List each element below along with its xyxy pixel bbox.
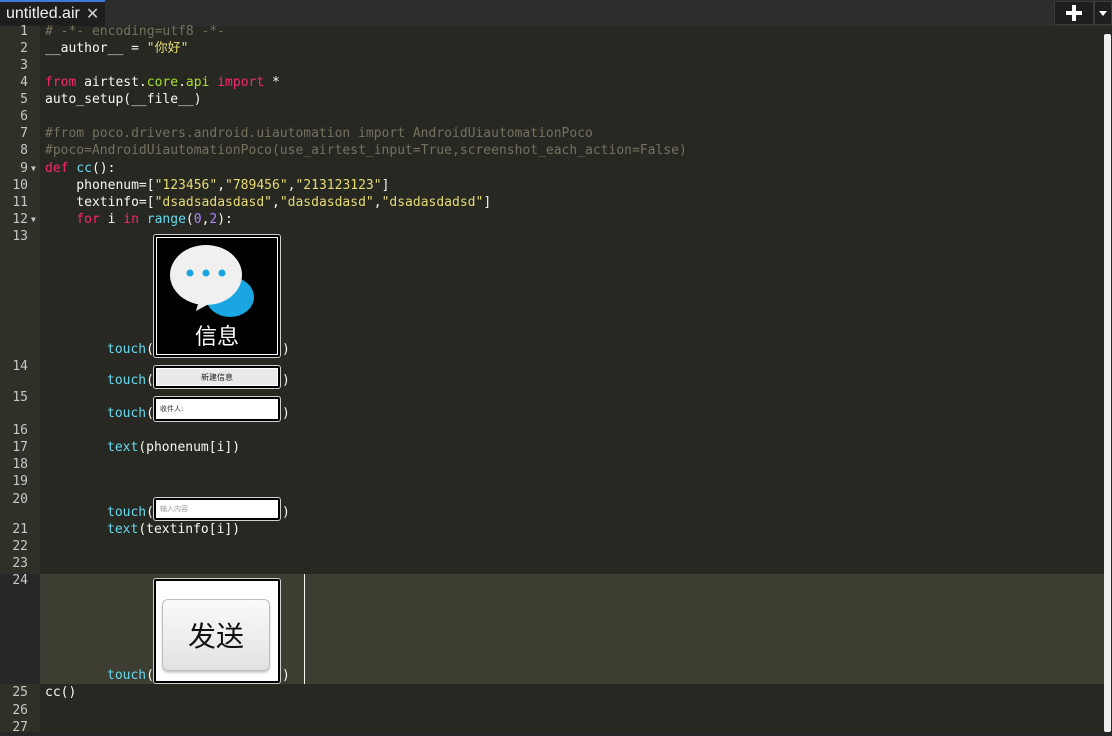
line-number: 27 (12, 720, 28, 735)
send-button-image[interactable]: 发送 (153, 578, 281, 684)
active-line-gutter (0, 574, 40, 684)
line-number: 21 (12, 522, 28, 537)
code-line: cc() (45, 685, 77, 700)
new-tab-button[interactable] (1054, 1, 1094, 25)
line-number: 23 (12, 556, 28, 571)
line-number: 24 (12, 573, 28, 588)
new-message-label: 新建信息 (156, 368, 278, 386)
code-editor[interactable]: 1 2 3 4 5 6 7 8 9 10 11 12 13 14 15 16 1… (0, 24, 1112, 735)
code-line: # -*- encoding=utf8 -*- (45, 24, 226, 39)
tab-title[interactable]: untitled.air (6, 5, 80, 23)
tab-menu-button[interactable] (1094, 1, 1112, 25)
line-number: 3 (20, 58, 28, 73)
code-line: ) (282, 406, 290, 421)
line-number: 14 (12, 359, 28, 374)
code-line: text(textinfo[i]) (107, 522, 241, 537)
recipient-field-image[interactable]: 收件人: (153, 396, 281, 422)
messages-app-image[interactable]: 信息 (153, 234, 281, 358)
line-number: 22 (12, 539, 28, 554)
line-number: 20 (12, 492, 28, 507)
line-number: 12 (12, 212, 28, 227)
line-number: 11 (12, 195, 28, 210)
line-number: 15 (12, 390, 28, 405)
code-line: ) (282, 505, 290, 520)
code-line: auto_setup(__file__) (45, 92, 202, 107)
send-label: 发送 (162, 599, 270, 671)
line-number: 16 (12, 423, 28, 438)
vertical-scrollbar[interactable] (1104, 34, 1111, 732)
code-line: ) (282, 668, 290, 683)
line-number: 13 (12, 229, 28, 244)
line-number: 17 (12, 440, 28, 455)
new-message-button-image[interactable]: 新建信息 (153, 365, 281, 389)
code-line: from airtest.core.api import * (45, 75, 280, 90)
code-line: __author__ = "你好" (45, 41, 189, 56)
line-number: 2 (20, 41, 28, 56)
code-line: #from poco.drivers.android.uiautomation … (45, 126, 593, 141)
chat-bubble-icon (170, 245, 254, 317)
content-placeholder: 输入内容 (156, 500, 278, 518)
code-line: def cc(): (45, 161, 116, 176)
line-number: 9 (20, 161, 28, 176)
line-number: 1 (20, 24, 28, 39)
code-line: touch( (107, 505, 154, 520)
code-line: ) (282, 373, 290, 388)
line-number: 6 (20, 109, 28, 124)
line-number: 25 (12, 685, 28, 700)
line-number: 19 (12, 474, 28, 489)
code-line: for i in range(0,2): (45, 212, 233, 227)
line-number: 18 (12, 457, 28, 472)
text-cursor (304, 574, 305, 684)
messages-label: 信息 (194, 325, 239, 350)
code-line: #poco=AndroidUiautomationPoco(use_airtes… (45, 143, 687, 158)
line-number: 26 (12, 703, 28, 718)
chevron-down-icon (1099, 10, 1107, 16)
code-line: touch( (107, 342, 154, 357)
content-field-image[interactable]: 输入内容 (153, 497, 281, 521)
line-number: 4 (20, 75, 28, 90)
line-number: 7 (20, 126, 28, 141)
line-number: 10 (12, 178, 28, 193)
code-line: phonenum=["123456","789456","213123123"] (45, 178, 390, 193)
code-line: touch( (107, 373, 154, 388)
code-line: touch( (107, 668, 154, 683)
line-number: 5 (20, 92, 28, 107)
close-icon[interactable]: ✕ (86, 4, 99, 24)
plus-icon (1066, 5, 1082, 21)
fold-arrow-icon[interactable]: ▼ (31, 160, 36, 177)
code-line: touch( (107, 406, 154, 421)
fold-arrow-icon[interactable]: ▼ (31, 211, 36, 228)
line-number: 8 (20, 143, 28, 158)
code-line: textinfo=["dsadsadasdasd","dasdasdasd","… (45, 195, 492, 210)
code-line: ) (282, 342, 290, 357)
code-line: text(phonenum[i]) (107, 440, 241, 455)
recipient-label: 收件人: (156, 399, 278, 419)
